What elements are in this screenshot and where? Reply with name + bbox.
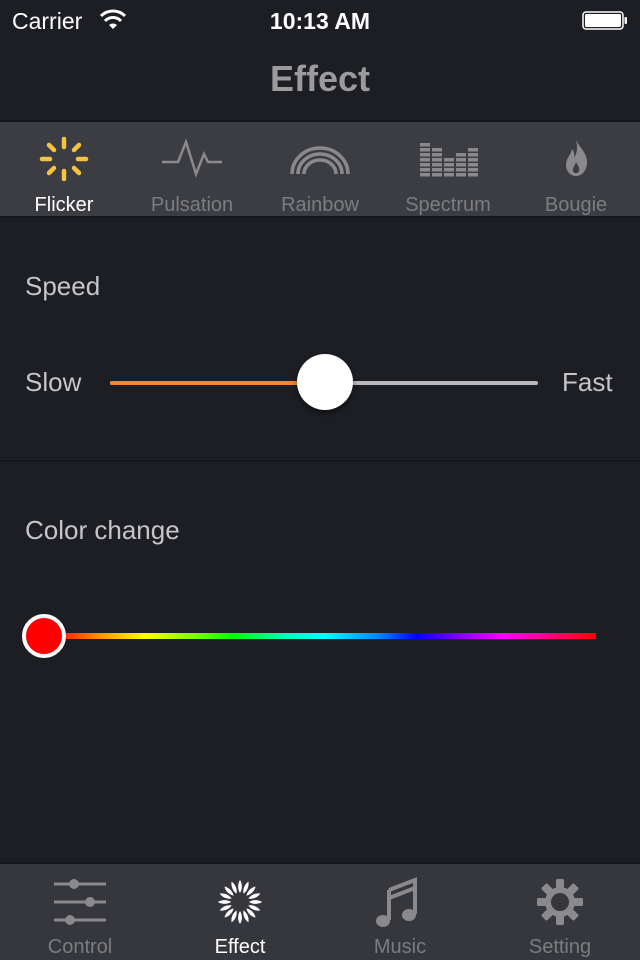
pulse-icon <box>162 138 222 178</box>
tab-effect[interactable]: Effect <box>160 864 320 960</box>
tab-label: Effect <box>214 936 266 958</box>
flicker-icon <box>39 136 89 182</box>
status-bar: Carrier 10:13 AM <box>0 0 640 40</box>
effect-label: Bougie <box>544 194 608 216</box>
effect-label: Rainbow <box>281 194 359 216</box>
sliders-icon <box>54 879 106 925</box>
tab-control[interactable]: Control <box>0 864 160 960</box>
status-time: 10:13 AM <box>269 8 371 34</box>
spectrum-icon <box>420 143 478 177</box>
effect-label: Pulsation <box>150 194 234 216</box>
effect-tab-flicker[interactable]: Flicker <box>0 122 128 216</box>
rainbow-icon <box>290 146 350 175</box>
speed-slider-thumb[interactable] <box>297 354 353 410</box>
effect-tab-bougie[interactable]: Bougie <box>512 122 640 216</box>
color-change-label: Color change <box>25 515 180 545</box>
color-slider-thumb[interactable] <box>22 614 66 658</box>
speed-label: Speed <box>25 271 101 301</box>
tab-setting[interactable]: Setting <box>480 864 640 960</box>
effect-selector: Flicker Pulsation Rainbow Spectrum Bougi… <box>0 120 640 218</box>
effect-tab-pulsation[interactable]: Pulsation <box>128 122 256 216</box>
section-divider <box>0 460 640 462</box>
music-note-icon <box>376 877 417 927</box>
tab-bar: Control Effect Music Setting <box>0 862 640 960</box>
effect-label: Flicker <box>34 194 94 216</box>
effect-label: Spectrum <box>405 194 491 216</box>
slow-label: Slow <box>25 367 82 397</box>
fast-label: Fast <box>562 367 613 397</box>
tab-label: Music <box>373 936 427 958</box>
gear-icon <box>537 879 583 925</box>
effect-tab-spectrum[interactable]: Spectrum <box>384 122 512 216</box>
tab-label: Setting <box>528 936 592 958</box>
effect-burst-icon <box>218 880 262 924</box>
color-slider-track[interactable] <box>52 633 596 639</box>
battery-full-icon <box>582 11 627 30</box>
effect-tab-rainbow[interactable]: Rainbow <box>256 122 384 216</box>
tab-music[interactable]: Music <box>320 864 480 960</box>
tab-label: Control <box>47 936 113 958</box>
page-title: Effect <box>269 58 371 99</box>
flame-icon <box>566 140 588 176</box>
speed-slider-fill <box>110 381 324 385</box>
